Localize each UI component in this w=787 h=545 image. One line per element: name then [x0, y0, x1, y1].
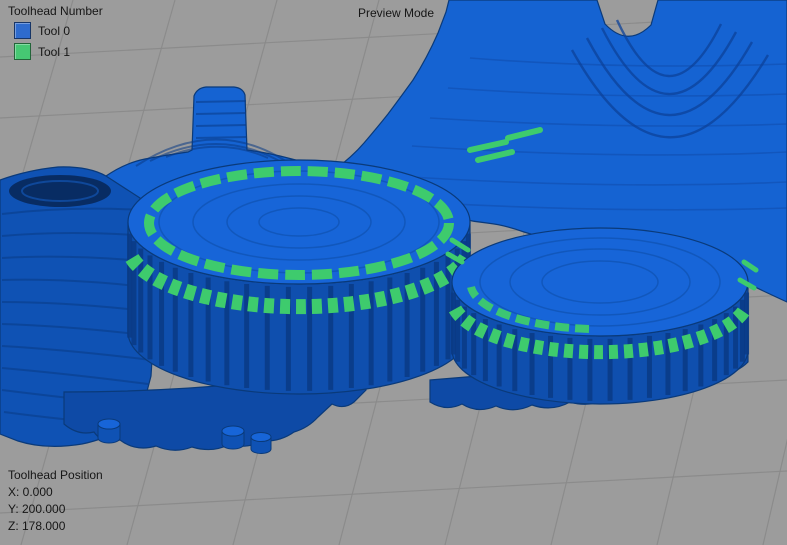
toolhead-position: Toolhead Position X: 0.000 Y: 200.000 Z:… — [8, 468, 103, 533]
position-x: X: 0.000 — [8, 485, 53, 499]
left-gear — [125, 159, 473, 395]
legend: Toolhead Number Tool 0 Tool 1 — [8, 4, 103, 60]
legend-item-tool1: Tool 1 — [14, 43, 103, 60]
legend-item-tool0: Tool 0 — [14, 22, 103, 39]
legend-label-tool0: Tool 0 — [38, 23, 71, 38]
legend-label-tool1: Tool 1 — [38, 44, 71, 59]
tool1-swatch — [14, 43, 31, 60]
legend-title: Toolhead Number — [8, 4, 103, 18]
viewport-3d[interactable]: Toolhead Number Tool 0 Tool 1 Preview Mo… — [0, 0, 787, 545]
preview-mode-label: Preview Mode — [358, 6, 435, 20]
position-y: Y: 200.000 — [8, 502, 66, 516]
toolpath-render — [0, 0, 787, 545]
toolhead-position-title: Toolhead Position — [8, 468, 103, 482]
right-gear-top — [451, 227, 749, 337]
right-gear — [448, 227, 752, 405]
position-z: Z: 178.000 — [8, 519, 66, 533]
left-wall-hole — [9, 175, 111, 207]
tool0-swatch — [14, 22, 31, 39]
model-toolpath — [0, 0, 787, 454]
left-gear-top — [127, 159, 471, 285]
